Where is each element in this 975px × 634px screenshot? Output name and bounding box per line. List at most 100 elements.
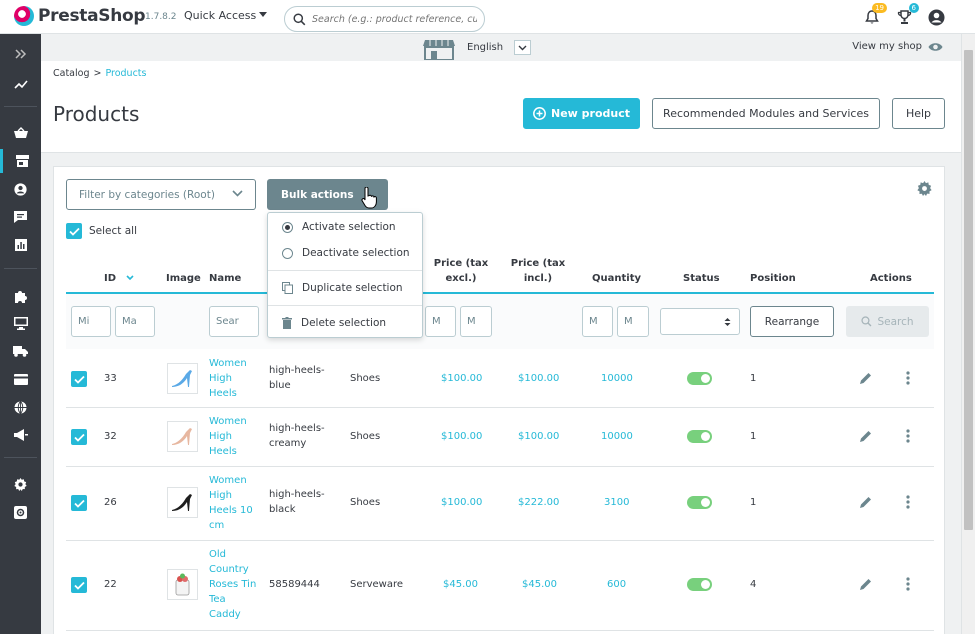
pencil-edit-icon[interactable] [860, 372, 872, 384]
product-name-link[interactable]: Women High Heels [209, 356, 247, 401]
prestashop-logo[interactable]: PrestaShop [14, 6, 146, 26]
credit-card-icon [13, 373, 28, 385]
scrollbar-thumb[interactable] [964, 50, 973, 530]
product-price-incl[interactable]: $100.00 [518, 371, 559, 386]
pencil-edit-icon[interactable] [860, 578, 872, 590]
row-checkbox[interactable] [71, 371, 87, 387]
select-all-checkbox[interactable]: Select all [66, 223, 137, 239]
pencil-edit-icon[interactable] [860, 430, 872, 442]
product-name-line: Heels 10 [209, 505, 253, 516]
breadcrumb-catalog[interactable]: Catalog [53, 68, 89, 79]
column-header-name[interactable]: Name [209, 271, 241, 286]
product-quantity[interactable]: 10000 [601, 429, 633, 444]
sidebar-item-dashboard[interactable] [0, 72, 41, 96]
page-scrollbar[interactable] [961, 34, 975, 634]
top-search-input[interactable] [312, 13, 477, 25]
product-quantity[interactable]: 600 [607, 577, 626, 592]
view-my-shop-link[interactable]: View my shop [852, 41, 943, 52]
new-product-button[interactable]: New product [523, 98, 640, 129]
filter-quantity-min[interactable]: M [582, 306, 613, 337]
brand-name: PrestaShop [38, 6, 146, 26]
product-name-link[interactable]: Women High Heels 10 cm [209, 473, 253, 533]
product-quantity[interactable]: 10000 [601, 371, 633, 386]
menu-item-duplicate-selection[interactable]: Duplicate selection [268, 276, 422, 300]
filter-quantity-max[interactable]: M [617, 306, 649, 337]
sidebar-item-advanced[interactable] [0, 500, 41, 524]
filter-price-excl-max[interactable]: M [460, 306, 492, 337]
menu-item-activate-selection[interactable]: Activate selection [268, 215, 422, 239]
rearrange-button[interactable]: Rearrange [750, 306, 834, 337]
help-button[interactable]: Help [892, 98, 945, 129]
column-header-id[interactable]: ID [104, 271, 134, 286]
sidebar-item-design[interactable] [0, 311, 41, 335]
product-thumbnail[interactable] [167, 487, 198, 518]
column-header-status[interactable]: Status [683, 271, 720, 286]
sidebar-item-international[interactable] [0, 395, 41, 419]
product-name-line: Women [209, 475, 247, 486]
product-thumbnail[interactable] [167, 421, 198, 452]
quick-access-dropdown[interactable]: Quick Access [184, 9, 268, 22]
filter-id-max[interactable]: Ma [115, 306, 155, 337]
sidebar-item-customer-service[interactable] [0, 205, 41, 229]
more-vertical-icon[interactable] [906, 495, 910, 509]
product-price-incl[interactable]: $222.00 [518, 495, 559, 510]
language-dropdown[interactable] [514, 40, 531, 55]
column-header-price-excl[interactable]: Price (tax excl.) [426, 256, 496, 286]
sidebar-item-catalog[interactable] [0, 149, 41, 173]
pencil-edit-icon[interactable] [860, 496, 872, 508]
row-checkbox[interactable] [71, 577, 87, 593]
sidebar-item-shipping[interactable] [0, 339, 41, 363]
filter-by-categories-button[interactable]: Filter by categories (Root) [66, 179, 256, 210]
search-filter-button[interactable]: Search [846, 306, 929, 337]
sidebar-item-configure[interactable] [0, 472, 41, 496]
more-vertical-icon[interactable] [906, 577, 910, 591]
breadcrumb-products[interactable]: Products [105, 68, 146, 79]
product-price-excl[interactable]: $100.00 [441, 429, 482, 444]
column-header-price-incl[interactable]: Price (tax incl.) [503, 256, 573, 286]
top-search-box[interactable] [284, 6, 485, 32]
sidebar-item-modules[interactable] [0, 284, 41, 308]
account-button[interactable] [927, 8, 945, 26]
price-incl-line1: Price (tax [510, 258, 566, 269]
filter-id-min[interactable]: Mi [71, 306, 111, 337]
product-price-incl[interactable]: $100.00 [518, 429, 559, 444]
status-toggle[interactable] [687, 372, 712, 385]
column-header-quantity[interactable]: Quantity [592, 271, 641, 286]
status-toggle[interactable] [687, 496, 712, 509]
sidebar-item-marketing[interactable] [0, 423, 41, 447]
sidebar-item-stats[interactable] [0, 233, 41, 257]
more-vertical-icon[interactable] [906, 429, 910, 443]
shop-front-icon [423, 40, 455, 60]
column-header-position[interactable]: Position [750, 271, 796, 286]
product-thumbnail[interactable] [167, 363, 198, 394]
product-price-excl[interactable]: $100.00 [441, 371, 482, 386]
row-checkbox[interactable] [71, 429, 87, 445]
product-price-incl[interactable]: $45.00 [522, 577, 557, 592]
product-image-tea-caddy [175, 573, 190, 596]
status-toggle[interactable] [687, 430, 712, 443]
product-name-link[interactable]: Old Country Roses Tin Tea Caddy [209, 547, 256, 622]
menu-item-delete-selection[interactable]: Delete selection [268, 311, 422, 335]
filter-price-excl-min[interactable]: M [425, 306, 456, 337]
product-price-excl[interactable]: $45.00 [443, 577, 478, 592]
sidebar-item-customers[interactable] [0, 177, 41, 201]
product-quantity[interactable]: 3100 [604, 495, 629, 510]
product-price-excl[interactable]: $100.00 [441, 495, 482, 510]
sidebar-item-payment[interactable] [0, 367, 41, 391]
sidebar-item-orders[interactable] [0, 121, 41, 145]
more-vertical-icon[interactable] [906, 371, 910, 385]
recommended-modules-button[interactable]: Recommended Modules and Services [652, 98, 880, 129]
product-thumbnail[interactable] [167, 569, 198, 600]
column-settings-button[interactable] [917, 181, 932, 199]
sidebar-collapse-toggle[interactable] [0, 42, 41, 66]
notifications-button[interactable]: 19 [863, 3, 887, 26]
status-toggle[interactable] [687, 578, 712, 591]
filter-name-input[interactable]: Sear [209, 306, 259, 337]
row-checkbox[interactable] [71, 495, 87, 511]
search-icon [861, 316, 872, 327]
trophy-button[interactable]: 6 [895, 3, 919, 26]
menu-item-deactivate-selection[interactable]: Deactivate selection [268, 241, 422, 265]
sidebar-divider [4, 268, 37, 269]
filter-status-select[interactable] [660, 308, 740, 335]
product-name-link[interactable]: Women High Heels [209, 414, 247, 459]
